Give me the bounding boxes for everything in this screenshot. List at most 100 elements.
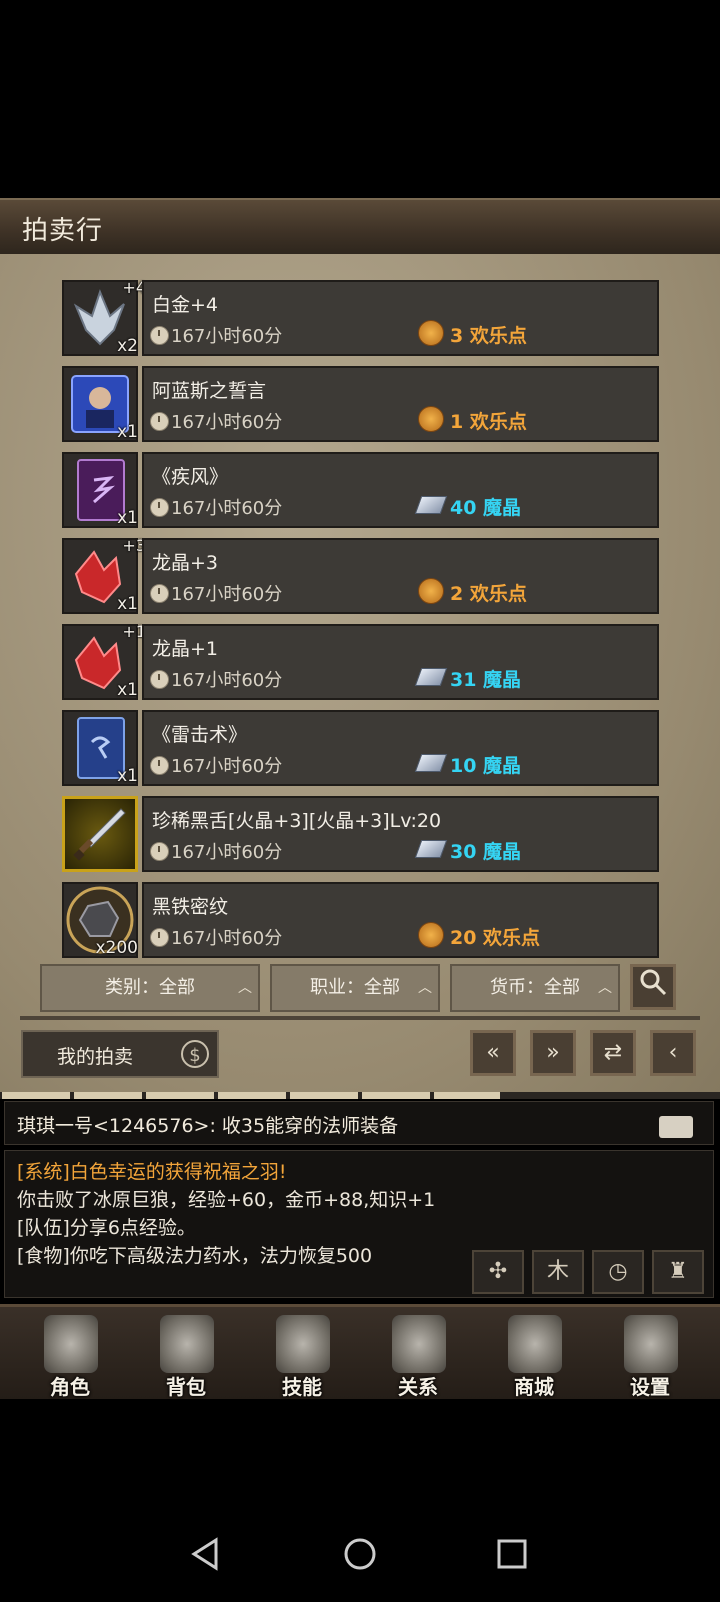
refresh-button[interactable]: ⇄ <box>590 1030 636 1076</box>
guild-button[interactable]: 木 <box>532 1250 584 1294</box>
item-price: 1 欢乐点 <box>450 411 527 433</box>
auction-item[interactable]: x1 《疾风》 167小时60分 40 魔晶 <box>62 452 659 528</box>
job-filter[interactable]: 职业：全部 ︿ <box>270 964 440 1012</box>
chat-bubble-icon[interactable] <box>659 1116 693 1138</box>
back-triangle-icon[interactable] <box>190 1536 222 1572</box>
magic-crystal-icon <box>414 840 448 858</box>
category-filter[interactable]: 类别：全部 ︿ <box>40 964 260 1012</box>
double-right-arrow-icon: » <box>546 1040 560 1065</box>
progress-segment <box>362 1092 430 1099</box>
item-price: 30 魔晶 <box>450 841 522 863</box>
item-time-left: 167小时60分 <box>171 670 283 691</box>
search-button[interactable] <box>630 964 676 1010</box>
auction-item[interactable]: x1 《雷击术》 167小时60分 10 魔晶 <box>62 710 659 786</box>
nav-label: 技能 <box>282 1375 322 1399</box>
clock-icon <box>150 326 169 345</box>
auto-battle-button[interactable]: ✣ <box>472 1250 524 1294</box>
nav-skills[interactable]: 技能 <box>252 1311 352 1399</box>
next-page-button[interactable]: » <box>530 1030 576 1076</box>
item-time-left: 167小时60分 <box>171 326 283 347</box>
recents-square-icon[interactable] <box>496 1538 528 1570</box>
joy-point-coin-icon <box>418 578 444 604</box>
item-price: 31 魔晶 <box>450 669 522 691</box>
gear-icon <box>624 1315 678 1373</box>
item-name: 《疾风》 <box>152 466 229 488</box>
progress-segment <box>146 1092 214 1099</box>
category-filter-label: 类别：全部 <box>105 977 195 998</box>
item-price: 40 魔晶 <box>450 497 522 519</box>
magic-crystal-icon <box>414 754 448 772</box>
bottom-nav: 角色 背包 技能 关系 商城 设置 <box>0 1304 720 1399</box>
auction-item[interactable]: +3 x1 龙晶+3 167小时60分 2 欢乐点 <box>62 536 659 614</box>
item-name: 黑铁密纹 <box>152 896 229 918</box>
handshake-icon <box>392 1315 446 1373</box>
item-quantity: x1 <box>117 766 138 786</box>
item-name: 《雷击术》 <box>152 724 248 746</box>
auction-item[interactable]: x1 阿蓝斯之誓言 167小时60分 1 欢乐点 <box>62 366 659 442</box>
joy-point-coin-icon <box>418 320 444 346</box>
log-line: 你击败了冰原巨狼，经验+60，金币+88,知识+1 <box>17 1189 436 1211</box>
timer-button[interactable]: ◷ <box>592 1250 644 1294</box>
joy-point-coin-icon <box>418 406 444 432</box>
ranking-button[interactable]: ♜ <box>652 1250 704 1294</box>
item-quantity: x1 <box>117 422 138 442</box>
log-line: [队伍]分享6点经验。 <box>17 1217 196 1239</box>
helmet-icon <box>44 1315 98 1373</box>
clock-icon <box>150 756 169 775</box>
nav-relations[interactable]: 关系 <box>368 1311 468 1399</box>
dollar-icon: $ <box>181 1040 209 1068</box>
chat-message: 琪琪一号<1246576>: 收35能穿的法师装备 <box>17 1115 399 1137</box>
item-price: 3 欢乐点 <box>450 325 527 347</box>
progress-segment <box>290 1092 358 1099</box>
back-arrow-icon: ‹ <box>668 1040 678 1065</box>
auction-item[interactable]: +1 x1 龙晶+1 167小时60分 31 魔晶 <box>62 622 659 700</box>
auction-item[interactable]: 珍稀黑舌[火晶+3][火晶+3]Lv:20 167小时60分 30 魔晶 <box>62 796 659 872</box>
item-quantity: x2 <box>117 336 138 356</box>
log-line: [食物]你吃下高级法力药水，法力恢复500 <box>17 1245 373 1267</box>
auction-item[interactable]: +4 x2 白金+4 167小时60分 3 欢乐点 <box>62 278 659 356</box>
black-iron-ore-icon: x200 <box>62 882 138 958</box>
clock-icon <box>150 498 169 517</box>
crossed-swords-icon: ✣ <box>488 1259 508 1284</box>
item-time-left: 167小时60分 <box>171 584 283 605</box>
home-circle-icon[interactable] <box>342 1536 378 1572</box>
nav-label: 关系 <box>398 1375 438 1399</box>
clock-icon <box>150 928 169 947</box>
my-auction-button[interactable]: 我的拍卖 $ <box>21 1030 219 1078</box>
clock-icon <box>150 670 169 689</box>
page-title: 拍卖行 <box>22 216 104 246</box>
system-nav-bar <box>0 1510 720 1602</box>
spellbook-icon <box>276 1315 330 1373</box>
currency-filter[interactable]: 货币：全部 ︿ <box>450 964 620 1012</box>
nav-backpack[interactable]: 背包 <box>136 1311 236 1399</box>
nav-settings[interactable]: 设置 <box>600 1311 700 1399</box>
alarm-clock-icon: ◷ <box>608 1259 628 1284</box>
backpack-icon <box>160 1315 214 1373</box>
item-name: 龙晶+1 <box>152 638 219 660</box>
double-left-arrow-icon: « <box>486 1040 500 1065</box>
progress-segment <box>74 1092 142 1099</box>
first-page-button[interactable]: « <box>470 1030 516 1076</box>
item-quantity: x200 <box>95 938 138 958</box>
item-quantity: x1 <box>117 508 138 528</box>
item-time-left: 167小时60分 <box>171 756 283 777</box>
job-filter-label: 职业：全部 <box>310 977 400 998</box>
item-time-left: 167小时60分 <box>171 498 283 519</box>
refresh-icon: ⇄ <box>603 1040 623 1065</box>
back-button[interactable]: ‹ <box>650 1030 696 1076</box>
nav-character[interactable]: 角色 <box>20 1311 120 1399</box>
auction-item[interactable]: x200 黑铁密纹 167小时60分 20 欢乐点 <box>62 882 659 958</box>
nav-label: 商城 <box>514 1375 554 1399</box>
red-dragon-crystal-icon: +3 x1 <box>62 536 146 614</box>
item-name: 白金+4 <box>152 294 219 316</box>
divider <box>20 1016 700 1020</box>
world-chat-line[interactable]: 琪琪一号<1246576>: 收35能穿的法师装备 <box>4 1101 714 1145</box>
item-time-left: 167小时60分 <box>171 928 283 949</box>
caret-up-icon: ︿ <box>598 980 612 996</box>
portrait-card-icon: x1 <box>62 366 138 442</box>
nav-shop[interactable]: 商城 <box>484 1311 584 1399</box>
item-price: 10 魔晶 <box>450 755 522 777</box>
title-bar: 拍卖行 <box>0 198 720 256</box>
item-name: 珍稀黑舌[火晶+3][火晶+3]Lv:20 <box>152 810 442 832</box>
currency-filter-label: 货币：全部 <box>490 977 580 998</box>
